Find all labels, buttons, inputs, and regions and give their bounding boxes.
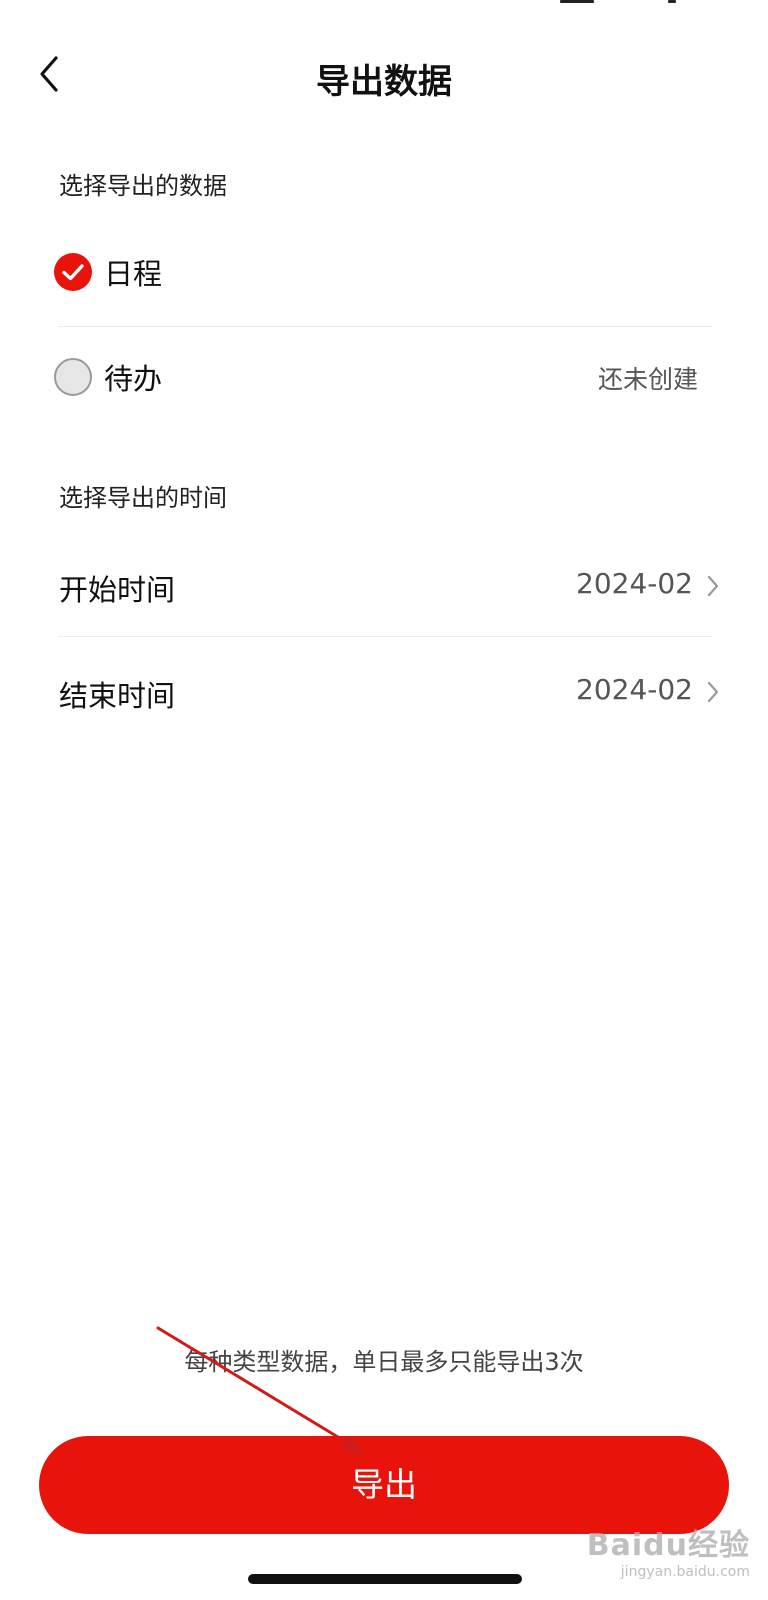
start-time-value: 2024-02 — [576, 567, 693, 600]
export-button[interactable]: 导出 — [39, 1436, 729, 1534]
divider — [58, 326, 712, 327]
end-time-label: 结束时间 — [59, 679, 176, 713]
checked-icon[interactable] — [54, 253, 92, 291]
todo-status-hint: 还未创建 — [597, 365, 698, 394]
option-label-schedule: 日程 — [104, 257, 163, 291]
end-time-row[interactable]: 结束时间 2024-02 — [59, 651, 723, 731]
status-bar-fragment — [560, 0, 680, 4]
option-schedule[interactable]: 日程 — [54, 231, 714, 311]
divider — [58, 636, 712, 637]
watermark-sub: jingyan.baidu.com — [620, 1564, 750, 1580]
option-label-todo: 待办 — [104, 362, 163, 396]
chevron-right-icon — [707, 575, 719, 597]
data-section-label: 选择导出的数据 — [59, 172, 227, 200]
page-title: 导出数据 — [316, 62, 452, 102]
end-time-value: 2024-02 — [576, 673, 693, 706]
export-data-page: 导出数据 选择导出的数据 日程 待办 还未创建 选择导出的时间 开始时间 202… — [0, 0, 768, 1600]
home-indicator[interactable] — [248, 1574, 522, 1584]
unchecked-icon[interactable] — [54, 358, 92, 396]
chevron-right-icon — [707, 681, 719, 703]
option-todo[interactable]: 待办 还未创建 — [54, 336, 714, 416]
start-time-row[interactable]: 开始时间 2024-02 — [59, 545, 723, 625]
nav-header: 导出数据 — [0, 40, 768, 110]
export-limit-notice: 每种类型数据，单日最多只能导出3次 — [184, 1348, 584, 1376]
time-section-label: 选择导出的时间 — [59, 484, 227, 512]
start-time-label: 开始时间 — [59, 573, 176, 607]
